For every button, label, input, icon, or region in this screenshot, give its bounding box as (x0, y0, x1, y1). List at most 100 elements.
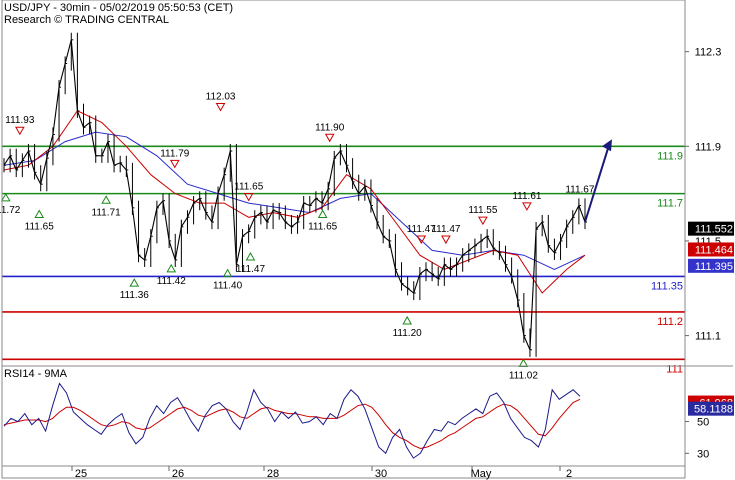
high-annotation-label: 112.03 (206, 92, 236, 103)
price-segment (131, 207, 140, 256)
price-segment (40, 158, 48, 185)
price-segment (180, 216, 188, 228)
low-annotation-label: 111.02 (509, 371, 539, 382)
price-segment (352, 181, 360, 194)
price-segment (358, 186, 366, 194)
price-segment (89, 122, 97, 156)
rsi-y-tick-label: 30 (697, 448, 709, 460)
rsi-line (3, 382, 581, 459)
rsi-ma-value-box-label: 58.1188 (694, 404, 733, 416)
price-segment (511, 276, 519, 301)
price-y-tick-label: 111.1 (695, 331, 721, 343)
price-segment (388, 240, 396, 270)
price-segment (553, 240, 562, 254)
price-segment (291, 221, 298, 228)
x-tick-label: 30 (375, 468, 387, 480)
price-segment (52, 87, 60, 135)
low-marker-icon (518, 358, 529, 368)
price-segment (419, 268, 427, 275)
rsi-layer (3, 382, 581, 459)
price-segment (303, 202, 310, 206)
price-segment (125, 169, 133, 208)
price-segment (364, 186, 372, 206)
price-segment (517, 300, 525, 336)
price-segment (150, 207, 158, 237)
x-tick-label: 26 (172, 468, 184, 480)
support-1-line-label: 111.2 (657, 316, 683, 328)
price-segment (138, 254, 145, 261)
resistance-2-line-label: 111.9 (657, 150, 683, 162)
price-segment (113, 162, 121, 166)
low-marker-icon (402, 315, 413, 325)
price-segment (101, 141, 109, 156)
levels-layer: 111.9 111.7 111.35 111.2 111 (2, 145, 685, 375)
high-marker-icon (478, 216, 488, 226)
price-segment (144, 236, 152, 261)
price-segment (168, 240, 176, 261)
low-marker-icon (101, 195, 111, 204)
x-tick-label: 28 (267, 468, 279, 480)
target-annotation-label: 111.67 (565, 185, 595, 196)
price-segment (535, 221, 543, 230)
low-marker-icon (0, 192, 11, 202)
price-segment (529, 229, 537, 350)
high-annotation-label: 111.79 (160, 148, 190, 159)
price-segment (272, 209, 280, 214)
axis-layer: 112.3111.9111.5111.1503025 26 28 30 May 2111.… (1, 0, 734, 480)
low-marker-icon (129, 278, 140, 287)
price-segment (523, 335, 531, 351)
price-segment (199, 198, 207, 213)
slow-ma-value-box-label: 111.395 (695, 261, 733, 273)
plot-frame (1, 0, 686, 479)
price-segment (174, 226, 182, 260)
high-annotation-label: 111.90 (315, 122, 345, 133)
price-segment (235, 236, 244, 265)
high-marker-icon (169, 159, 180, 169)
high-marker-icon (243, 192, 254, 202)
price-segment (162, 200, 170, 242)
price-segment (315, 197, 323, 204)
high-annotation-label: 111.93 (5, 115, 35, 126)
price-segment (156, 200, 164, 209)
high-annotation-label: 111.55 (468, 205, 498, 216)
fast-ma-value-box-label: 111.464 (695, 244, 733, 256)
high-annotation-label: 111.47 (431, 224, 461, 235)
chart-canvas: 111.9111.7111.35111.2111 111.93111.72111… (0, 0, 734, 480)
price-segment (560, 226, 568, 242)
price-segment (242, 231, 249, 237)
low-marker-icon (245, 252, 256, 261)
price-segment (578, 205, 586, 223)
support-2-line-label: 111 (666, 363, 683, 375)
price-segment (83, 122, 90, 128)
high-marker-icon (14, 126, 25, 136)
high-annotation-label: 111.65 (234, 181, 264, 192)
low-marker-icon (222, 268, 233, 278)
rsi-y-tick-label: 50 (697, 417, 709, 429)
price-segment (58, 63, 66, 88)
price-segment (309, 198, 317, 206)
low-marker-icon (34, 209, 45, 218)
price-segment (229, 151, 237, 265)
price-segment (345, 165, 354, 182)
price-segment (223, 150, 231, 175)
price-segment (468, 245, 476, 251)
price-segment (211, 193, 219, 223)
price-segment (474, 240, 482, 247)
price-segment (541, 221, 549, 246)
price-segment (327, 158, 335, 190)
price-segment (339, 150, 347, 166)
x-tick-label: 25 (75, 468, 87, 480)
price-segment (401, 283, 408, 289)
price-segment (205, 212, 213, 223)
price-segment (64, 39, 72, 64)
price-segment (486, 235, 494, 249)
current-price-box-label: 111.552 (695, 224, 733, 236)
price-segment (248, 217, 256, 232)
low-annotation-label: 111.65 (308, 221, 338, 232)
price-segment (297, 202, 305, 223)
price-segment (376, 221, 384, 237)
low-annotation-label: 111.40 (213, 281, 243, 292)
low-annotation-label: 111.36 (120, 290, 150, 301)
price-segment (407, 287, 415, 294)
price-segment (217, 174, 225, 194)
